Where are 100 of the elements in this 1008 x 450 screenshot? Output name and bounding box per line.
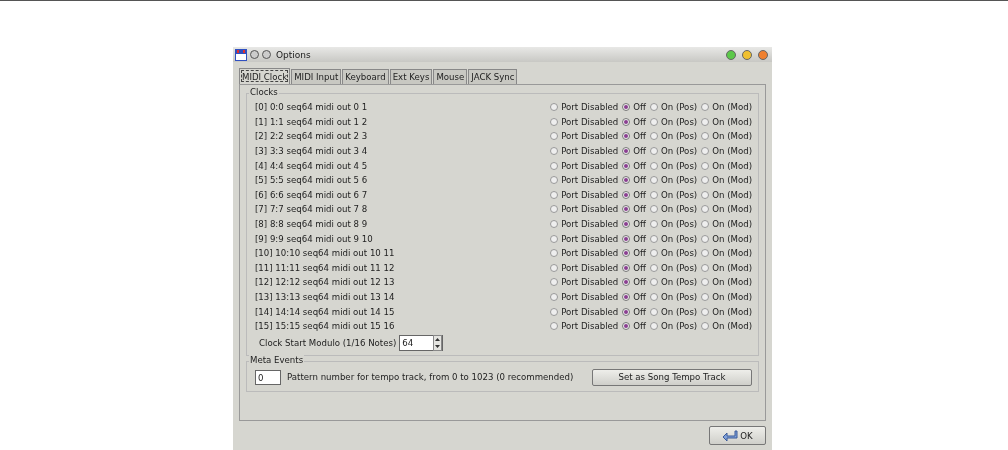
radio-button[interactable] (649, 132, 658, 141)
radio-button[interactable] (701, 278, 710, 287)
radio-button[interactable] (649, 190, 658, 199)
radio-button[interactable] (550, 322, 559, 331)
radio-button[interactable] (701, 234, 710, 243)
radio-button[interactable] (649, 234, 658, 243)
tab[interactable]: MIDI Clock (239, 68, 291, 84)
radio-option[interactable]: Off (622, 277, 646, 288)
radio-option[interactable]: On (Pos) (649, 189, 698, 200)
radio-button[interactable] (649, 263, 658, 272)
radio-option[interactable]: On (Mod) (701, 204, 752, 215)
radio-option[interactable]: Off (622, 233, 646, 244)
radio-button[interactable] (701, 205, 710, 214)
radio-option[interactable]: Port Disabled (550, 292, 619, 302)
radio-button[interactable] (622, 117, 631, 126)
radio-button[interactable] (622, 322, 631, 331)
radio-button[interactable] (622, 249, 631, 258)
radio-button[interactable] (550, 176, 559, 185)
radio-button[interactable] (649, 161, 658, 170)
radio-button[interactable] (649, 117, 658, 126)
radio-button[interactable] (550, 307, 559, 316)
radio-option[interactable]: On (Mod) (701, 189, 752, 200)
radio-option[interactable]: On (Mod) (701, 277, 752, 288)
radio-option[interactable]: On (Pos) (649, 146, 698, 157)
radio-option[interactable]: On (Pos) (649, 116, 698, 127)
radio-option[interactable]: Off (622, 160, 646, 171)
radio-button[interactable] (550, 205, 559, 214)
radio-button[interactable] (649, 147, 658, 156)
radio-button[interactable] (649, 103, 658, 112)
radio-option[interactable]: On (Mod) (701, 219, 752, 230)
radio-button[interactable] (622, 190, 631, 199)
radio-option[interactable]: On (Mod) (701, 233, 752, 244)
maximize-button[interactable] (726, 49, 736, 60)
radio-option[interactable]: Off (622, 189, 646, 200)
tab[interactable]: Keyboard (342, 69, 389, 84)
radio-option[interactable]: On (Mod) (701, 146, 752, 157)
radio-option[interactable]: Off (622, 146, 646, 157)
radio-button[interactable] (550, 278, 559, 287)
radio-button[interactable] (550, 190, 559, 199)
radio-option[interactable]: Off (622, 204, 646, 215)
close-button[interactable] (758, 49, 768, 60)
radio-option[interactable]: Port Disabled (550, 175, 619, 186)
radio-option[interactable]: On (Mod) (701, 262, 752, 273)
radio-option[interactable]: On (Pos) (649, 277, 698, 288)
radio-option[interactable]: Off (622, 131, 646, 142)
radio-option[interactable]: On (Mod) (701, 175, 752, 186)
radio-button[interactable] (701, 117, 710, 126)
radio-option[interactable]: Off (622, 292, 646, 302)
radio-option[interactable]: Port Disabled (550, 262, 619, 273)
radio-button[interactable] (701, 161, 710, 170)
radio-button[interactable] (701, 322, 710, 331)
radio-button[interactable] (550, 220, 559, 229)
radio-button[interactable] (550, 103, 559, 112)
radio-option[interactable]: On (Pos) (649, 248, 698, 259)
radio-option[interactable]: On (Pos) (649, 262, 698, 273)
radio-option[interactable]: On (Pos) (649, 204, 698, 215)
radio-option[interactable]: Port Disabled (550, 219, 619, 230)
radio-option[interactable]: On (Mod) (701, 131, 752, 142)
radio-option[interactable]: Off (622, 219, 646, 230)
radio-button[interactable] (622, 147, 631, 156)
minimize-button[interactable] (742, 49, 752, 60)
radio-button[interactable] (622, 176, 631, 185)
tab[interactable]: Ext Keys (389, 69, 433, 84)
ok-button[interactable]: OK (709, 426, 766, 445)
radio-button[interactable] (550, 117, 559, 126)
radio-button[interactable] (622, 293, 631, 301)
radio-button[interactable] (550, 132, 559, 141)
radio-button[interactable] (701, 293, 710, 301)
radio-button[interactable] (550, 263, 559, 272)
radio-button[interactable] (649, 278, 658, 287)
radio-option[interactable]: On (Mod) (701, 160, 752, 171)
radio-button[interactable] (622, 307, 631, 316)
radio-option[interactable]: Port Disabled (550, 204, 619, 215)
radio-option[interactable]: Off (622, 306, 646, 317)
radio-option[interactable]: Port Disabled (550, 189, 619, 200)
radio-button[interactable] (550, 147, 559, 156)
radio-button[interactable] (701, 249, 710, 258)
radio-option[interactable]: On (Pos) (649, 292, 698, 302)
radio-option[interactable]: On (Pos) (649, 131, 698, 142)
radio-option[interactable]: On (Pos) (649, 175, 698, 186)
radio-option[interactable]: On (Mod) (701, 248, 752, 259)
radio-button[interactable] (622, 278, 631, 287)
radio-option[interactable]: On (Mod) (701, 306, 752, 317)
radio-option[interactable]: On (Pos) (649, 102, 698, 113)
radio-option[interactable]: Off (622, 175, 646, 186)
radio-button[interactable] (701, 190, 710, 199)
tab[interactable]: JACK Sync (468, 69, 518, 84)
radio-button[interactable] (622, 205, 631, 214)
tab[interactable]: MIDI Input (291, 69, 342, 84)
radio-option[interactable]: Port Disabled (550, 248, 619, 259)
radio-option[interactable]: On (Pos) (649, 233, 698, 244)
radio-option[interactable]: On (Mod) (701, 321, 752, 332)
spin-arrows-icon[interactable] (433, 334, 443, 351)
radio-button[interactable] (550, 161, 559, 170)
radio-option[interactable]: On (Mod) (701, 116, 752, 127)
radio-option[interactable]: Off (622, 102, 646, 113)
radio-option[interactable]: On (Mod) (701, 292, 752, 302)
radio-button[interactable] (701, 176, 710, 185)
radio-button[interactable] (649, 205, 658, 214)
radio-option[interactable]: On (Pos) (649, 306, 698, 317)
